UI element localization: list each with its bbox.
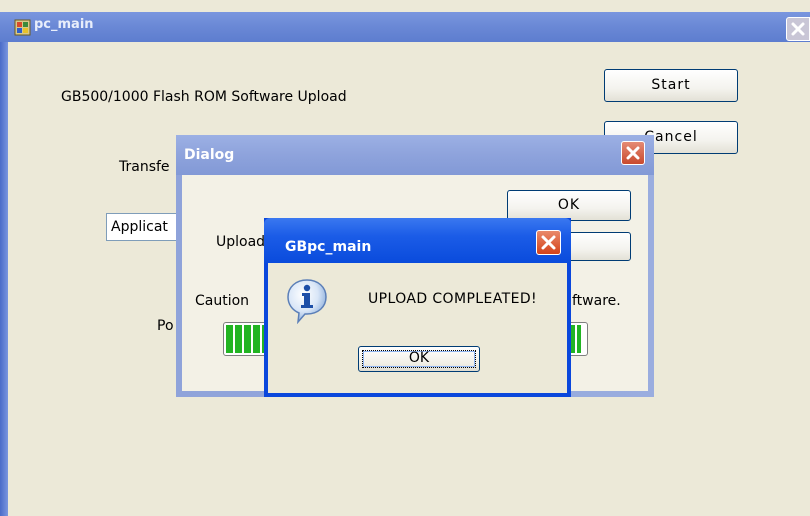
dialog-close-button[interactable]: [621, 141, 645, 165]
dialog-title: Dialog: [184, 147, 235, 163]
progress-label: Po: [157, 318, 174, 334]
mode-select[interactable]: Applicat: [106, 213, 186, 241]
caution-software-text: ftware.: [572, 293, 621, 309]
caution-label: Caution: [195, 293, 250, 309]
start-button[interactable]: Start: [604, 69, 738, 102]
upload-label: Upload: [216, 234, 266, 250]
close-icon: [791, 22, 805, 36]
upload-heading: GB500/1000 Flash ROM Software Upload: [61, 89, 347, 105]
main-close-button[interactable]: [786, 17, 810, 41]
ok-button-label: OK: [408, 350, 430, 366]
message-box-close-button[interactable]: [536, 230, 561, 255]
info-icon: [286, 278, 328, 325]
transfer-label: Transfe: [119, 159, 170, 175]
message-box-title: GBpc_main: [285, 239, 372, 255]
app-icon: [14, 19, 31, 36]
main-window-border: [0, 42, 8, 516]
dialog-ok-button[interactable]: OK: [507, 190, 631, 221]
dialog-titlebar[interactable]: [176, 135, 654, 175]
main-titlebar[interactable]: [0, 12, 810, 42]
main-window-title: pc_main: [34, 17, 94, 32]
close-icon: [626, 146, 640, 160]
message-text: UPLOAD COMPLEATED!: [368, 291, 538, 307]
close-icon: [541, 235, 556, 250]
message-box-ok-button[interactable]: OK: [358, 346, 480, 372]
